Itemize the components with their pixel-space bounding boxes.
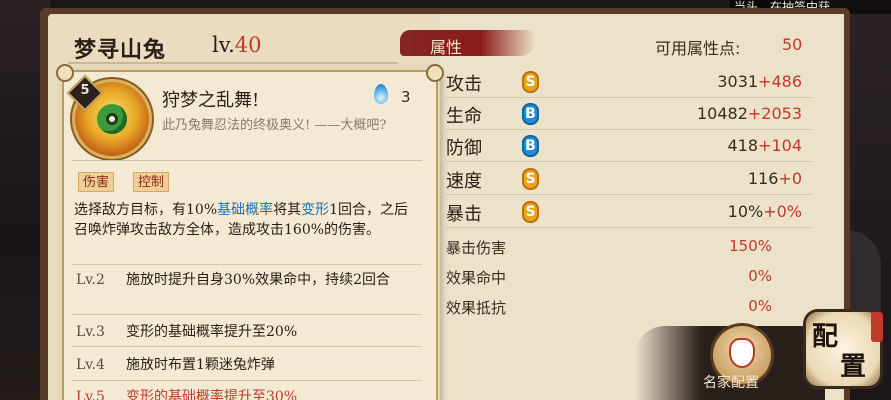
stat-base: 418 [727, 136, 759, 155]
stat-row-attack[interactable]: 攻击 S 3031+486 [446, 70, 816, 98]
stat-divider [446, 194, 812, 195]
stat-base: 10482 [696, 104, 748, 123]
fox-mask-icon [729, 338, 755, 368]
upgrade-divider [72, 346, 422, 347]
eye-emblem-icon [106, 113, 118, 125]
preset-button-label[interactable]: 名家配置 [703, 372, 759, 392]
available-points-label: 可用属性点: [655, 39, 741, 58]
stat-bonus: +0% [763, 202, 802, 221]
desc-text: 将其 [273, 202, 302, 218]
stat-label: 攻击 [446, 74, 482, 95]
upgrade-text: 变形的基础概率提升至30% [126, 389, 298, 400]
keyword-transform[interactable]: 变形 [301, 202, 329, 218]
stat-label: 生命 [446, 106, 482, 127]
stat-label: 防御 [446, 138, 482, 159]
grade-s-icon: S [522, 201, 539, 223]
stat-value: 3031+486 [717, 72, 802, 91]
stat-divider [446, 161, 812, 162]
substat-row-effect-resist: 效果抵抗 0% [446, 297, 816, 321]
stat-label: 速度 [446, 171, 482, 192]
card-corner-ornament [426, 64, 444, 82]
upgrade-divider [72, 314, 422, 315]
card-corner-ornament [56, 64, 74, 82]
available-points-value: 50 [782, 35, 803, 54]
substat-row-crit-damage: 暴击伤害 150% [446, 237, 816, 261]
shikigami-name: 梦寻山兔 [74, 37, 167, 63]
onmyou-orb-icon [372, 84, 390, 108]
substat-value: 0% [748, 297, 772, 315]
skill-name: 狩梦之乱舞! [162, 90, 260, 111]
stat-row-hp[interactable]: 生命 B 10482+2053 [446, 102, 816, 130]
substat-row-effect-hit: 效果命中 0% [446, 267, 816, 291]
skill-tag-damage: 伤害 [78, 172, 115, 192]
skill-description: 选择敌方目标，有10%基础概率将其变形1回合，之后召唤炸弹攻击敌方全体，造成攻击… [74, 200, 419, 240]
level-number: 40 [234, 33, 262, 57]
stat-value: 10%+0% [728, 202, 802, 221]
stat-row-defense[interactable]: 防御 B 418+104 [446, 134, 816, 162]
stat-label: 暴击 [446, 204, 482, 225]
stat-base: 10% [727, 202, 764, 221]
blue-flame-icon [374, 84, 388, 104]
configure-label-2[interactable]: 置 [840, 346, 866, 383]
stat-divider [446, 227, 812, 228]
upgrade-text: 变形的基础概率提升至20% [126, 324, 298, 340]
upgrade-level: Lv.2 [76, 272, 105, 288]
keyword-base-probability[interactable]: 基础概率 [217, 202, 273, 218]
grade-b-icon: B [522, 103, 539, 125]
upgrade-row: Lv.2 施放时提升自身30%效果命中，持续2回合 [76, 270, 421, 312]
stat-value: 116+0 [748, 169, 802, 188]
skill-tag-control: 控制 [133, 172, 170, 192]
tab-attributes[interactable]: 属性 [430, 34, 462, 58]
skill-flavor-text: 此乃兔舞忍法的终极奥义! ——大概吧? [162, 118, 387, 133]
stat-divider [446, 129, 812, 130]
grade-s-icon: S [522, 71, 539, 93]
upgrade-level: Lv.4 [76, 357, 105, 373]
upgrade-text: 施放时提升自身30%效果命中，持续2回合 [126, 272, 391, 288]
configure-accent [871, 312, 883, 342]
attribute-tab-brush[interactable] [400, 30, 535, 56]
stat-value: 10482+2053 [697, 104, 802, 123]
configure-label-1[interactable]: 配 [812, 316, 838, 353]
level-prefix: lv. [212, 33, 235, 57]
stat-value: 418+104 [728, 136, 803, 155]
substat-label: 效果命中 [446, 269, 507, 287]
substat-label: 效果抵抗 [446, 299, 507, 317]
substat-value: 150% [729, 237, 772, 255]
stat-bonus: +0 [778, 169, 802, 188]
skill-level-number: 5 [80, 83, 90, 98]
card-divider [72, 160, 422, 161]
orb-cost: 3 [401, 88, 411, 106]
stat-row-speed[interactable]: 速度 S 116+0 [446, 167, 816, 195]
upgrade-divider [72, 264, 422, 265]
desc-text: 选择敌方目标，有10% [74, 202, 218, 218]
header-divider [68, 62, 398, 64]
stat-bonus: +486 [758, 72, 802, 91]
grade-b-icon: B [522, 135, 539, 157]
stat-bonus: +104 [758, 136, 802, 155]
upgrade-divider [72, 380, 422, 381]
substat-value: 0% [748, 267, 772, 285]
stat-row-crit[interactable]: 暴击 S 10%+0% [446, 200, 816, 228]
substat-label: 暴击伤害 [446, 239, 507, 257]
upgrade-level: Lv.5 [76, 389, 105, 400]
stat-bonus: +2053 [747, 104, 802, 123]
upgrade-text: 施放时布置1颗迷兔炸弹 [126, 357, 275, 373]
stat-base: 116 [747, 169, 779, 188]
upgrade-level: Lv.3 [76, 324, 105, 340]
grade-s-icon: S [522, 168, 539, 190]
stat-divider [446, 97, 812, 98]
stat-base: 3031 [717, 72, 759, 91]
shikigami-level: lv.40 [212, 33, 262, 57]
